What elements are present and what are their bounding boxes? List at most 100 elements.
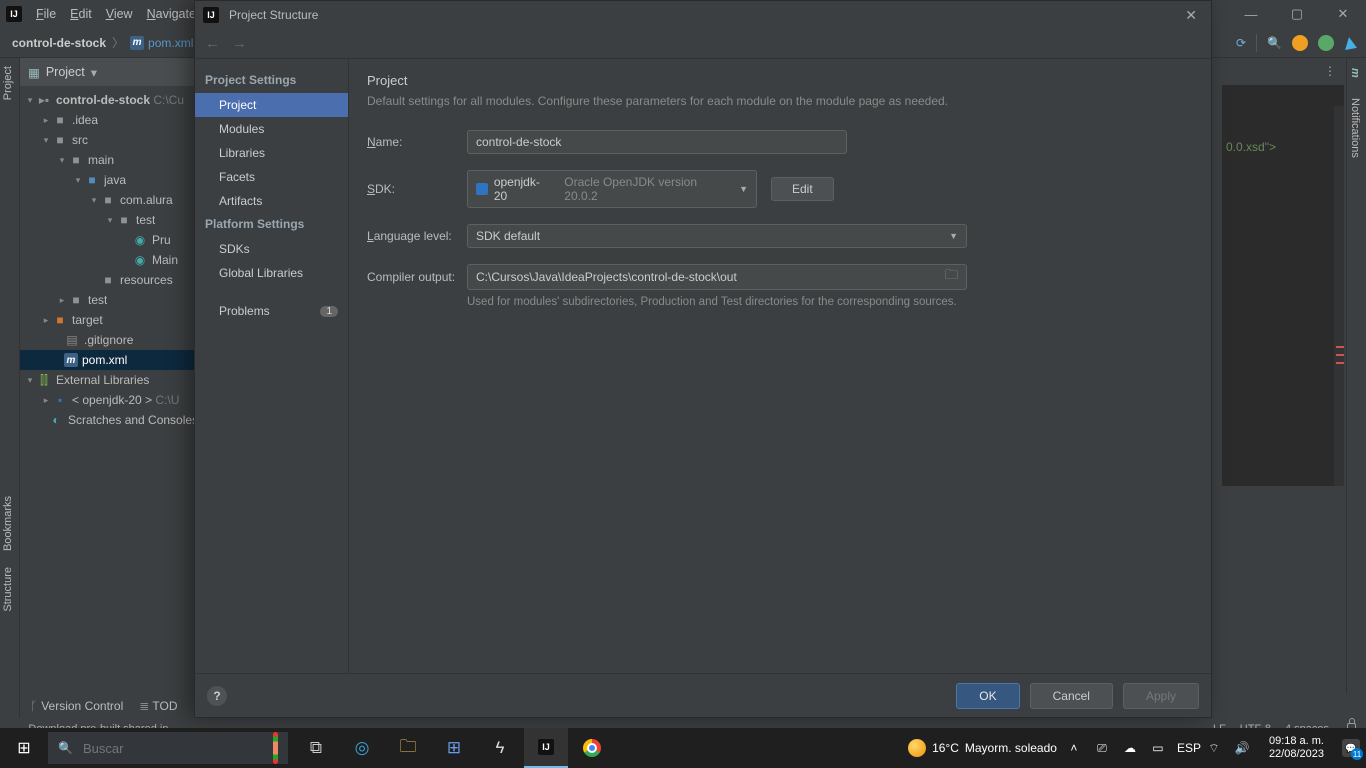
tree-scratches[interactable]: Scratches and Consoles <box>68 413 198 427</box>
tray-batt-icon[interactable]: ▭ <box>1149 741 1167 755</box>
chevron-down-icon[interactable]: ▾ <box>91 65 97 80</box>
window-close-icon[interactable]: ✕ <box>1320 0 1366 28</box>
search-icon[interactable]: 🔍 <box>1267 36 1282 50</box>
code-with-me-icon[interactable] <box>1318 35 1334 51</box>
tree-idea[interactable]: .idea <box>72 113 98 127</box>
sidebar-item-modules[interactable]: Modules <box>195 117 348 141</box>
tree-gitignore[interactable]: .gitignore <box>84 333 133 347</box>
nav-back-icon[interactable]: ← <box>205 35 220 52</box>
dialog-nav: ← → <box>195 29 1211 59</box>
tree-jdk[interactable]: < openjdk-20 > <box>72 393 152 407</box>
name-label: Name: <box>367 135 467 149</box>
start-button[interactable]: ⊞ <box>0 728 48 768</box>
sidebar-item-project[interactable]: Project <box>195 93 348 117</box>
taskbar-chrome-icon[interactable] <box>570 728 614 768</box>
dialog-footer: ? OK Cancel Apply <box>195 673 1211 717</box>
ide-services-icon[interactable] <box>1292 35 1308 51</box>
sidebar-item-libraries[interactable]: Libraries <box>195 141 348 165</box>
sidebar-item-facets[interactable]: Facets <box>195 165 348 189</box>
taskbar-weather[interactable]: 16°C Mayorm. soleado <box>908 739 1065 757</box>
maven-icon: m <box>64 353 78 367</box>
project-name-input[interactable] <box>467 130 847 154</box>
toolwindow-notifications-tab[interactable]: Notifications <box>1347 88 1363 168</box>
tray-onedrive-icon[interactable]: ☁ <box>1121 741 1139 755</box>
tree-class-main[interactable]: Main <box>152 253 178 267</box>
toolwindow-project-tab[interactable]: Project <box>0 58 16 108</box>
sidebar-header-platform-settings: Platform Settings <box>195 213 348 237</box>
dialog-titlebar[interactable]: IJ Project Structure ✕ <box>195 1 1211 29</box>
tray-meet-icon[interactable]: ⎚ <box>1093 741 1111 756</box>
dialog-sidebar: Project Settings Project Modules Librari… <box>195 59 349 673</box>
taskbar-store-icon[interactable]: ⊞ <box>432 728 476 768</box>
taskbar-app-icon[interactable]: ϟ <box>478 728 522 768</box>
taskbar-clock[interactable]: 09:18 a. m. 22/08/2023 <box>1261 735 1332 760</box>
taskbar-intellij-icon[interactable]: IJ <box>524 728 568 768</box>
editor-area[interactable]: 0.0.xsd"> <box>1222 86 1344 486</box>
run-target-icon[interactable] <box>1343 36 1357 50</box>
editor-scrollbar[interactable] <box>1334 106 1344 486</box>
sdk-dropdown[interactable]: openjdk-20Oracle OpenJDK version 20.0.2 … <box>467 170 757 208</box>
clock-date: 22/08/2023 <box>1269 748 1324 761</box>
tray-volume-icon[interactable]: 🔊 <box>1233 741 1251 755</box>
tree-target[interactable]: target <box>72 313 103 327</box>
tray-lang-icon[interactable]: ESP <box>1177 741 1195 755</box>
window-minimize-icon[interactable]: ― <box>1228 0 1274 28</box>
menu-file[interactable]: File <box>36 7 56 21</box>
menu-view[interactable]: View <box>106 7 133 21</box>
sidebar-item-global-libraries[interactable]: Global Libraries <box>195 261 348 285</box>
taskbar-edge-icon[interactable]: ◎ <box>340 728 384 768</box>
task-view-icon[interactable]: ⧉ <box>294 728 338 768</box>
tree-testpkg[interactable]: test <box>136 213 155 227</box>
intellij-logo-icon: IJ <box>203 7 219 23</box>
language-level-label: Language level: <box>367 229 467 243</box>
cancel-button[interactable]: Cancel <box>1030 683 1113 709</box>
tree-pom[interactable]: pom.xml <box>82 353 127 367</box>
help-icon[interactable]: ? <box>207 686 227 706</box>
taskbar-explorer-icon[interactable]: 🗀 <box>386 728 430 768</box>
editor-tabs-strip: ⋮ <box>1222 58 1344 86</box>
sidebar-item-sdks[interactable]: SDKs <box>195 237 348 261</box>
ok-button[interactable]: OK <box>956 683 1019 709</box>
window-maximize-icon[interactable]: ▢ <box>1274 0 1320 28</box>
intellij-logo-icon: IJ <box>6 6 22 22</box>
sidebar-item-artifacts[interactable]: Artifacts <box>195 189 348 213</box>
tree-extlib[interactable]: External Libraries <box>56 373 149 387</box>
project-structure-dialog: IJ Project Structure ✕ ← → Project Setti… <box>194 0 1212 718</box>
sidebar-header-project-settings: Project Settings <box>195 69 348 93</box>
tree-pkg[interactable]: com.alura <box>120 193 173 207</box>
tray-chevron-icon[interactable]: ˄ <box>1065 741 1083 755</box>
sidebar-item-problems[interactable]: Problems 1 <box>195 299 348 323</box>
menu-navigate[interactable]: Navigate <box>147 7 196 21</box>
problems-badge: 1 <box>320 306 338 317</box>
tree-java[interactable]: java <box>104 173 126 187</box>
menu-edit[interactable]: Edit <box>70 7 92 21</box>
editor-actions-icon[interactable]: ⋮ <box>1316 58 1344 84</box>
toolwindow-todo-tab[interactable]: ≣ TOD <box>139 699 177 713</box>
dialog-close-icon[interactable]: ✕ <box>1179 7 1203 24</box>
tree-class-pru[interactable]: Pru <box>152 233 171 247</box>
breadcrumb-file[interactable]: mpom.xml <box>130 36 193 50</box>
compiler-output-input[interactable]: C:\Cursos\Java\IdeaProjects\control-de-s… <box>467 264 967 290</box>
toolwindow-structure-tab[interactable]: Structure <box>0 559 16 620</box>
sdk-edit-button[interactable]: Edit <box>771 177 834 201</box>
tree-main[interactable]: main <box>88 153 114 167</box>
toolwindow-bookmarks-tab[interactable]: Bookmarks <box>0 488 16 559</box>
breadcrumb[interactable]: control-de-stock 〉 mpom.xml <box>0 34 193 51</box>
toolwindow-maven-tab[interactable]: m <box>1347 58 1363 88</box>
language-level-dropdown[interactable]: SDK default ▼ <box>467 224 967 248</box>
taskbar-search-input[interactable] <box>83 741 259 756</box>
compiler-output-value: C:\Cursos\Java\IdeaProjects\control-de-s… <box>476 270 737 284</box>
folder-browse-icon[interactable]: 🗀 <box>945 266 958 288</box>
tree-root[interactable]: control-de-stock <box>56 93 150 107</box>
action-center-icon[interactable]: 💬 <box>1342 739 1360 757</box>
tray-wifi-icon[interactable]: ⌔ <box>1205 741 1223 756</box>
toolwindow-vcs-tab[interactable]: ᚴVersion Control <box>30 699 123 713</box>
apply-button[interactable]: Apply <box>1123 683 1199 709</box>
nav-forward-icon[interactable]: → <box>232 35 247 52</box>
breadcrumb-project[interactable]: control-de-stock <box>12 36 106 50</box>
tree-srctest[interactable]: test <box>88 293 107 307</box>
tree-src[interactable]: src <box>72 133 88 147</box>
git-update-icon[interactable]: ⟳ <box>1236 36 1246 50</box>
tree-resources[interactable]: resources <box>120 273 173 287</box>
taskbar-search[interactable]: 🔍 <box>48 732 288 764</box>
